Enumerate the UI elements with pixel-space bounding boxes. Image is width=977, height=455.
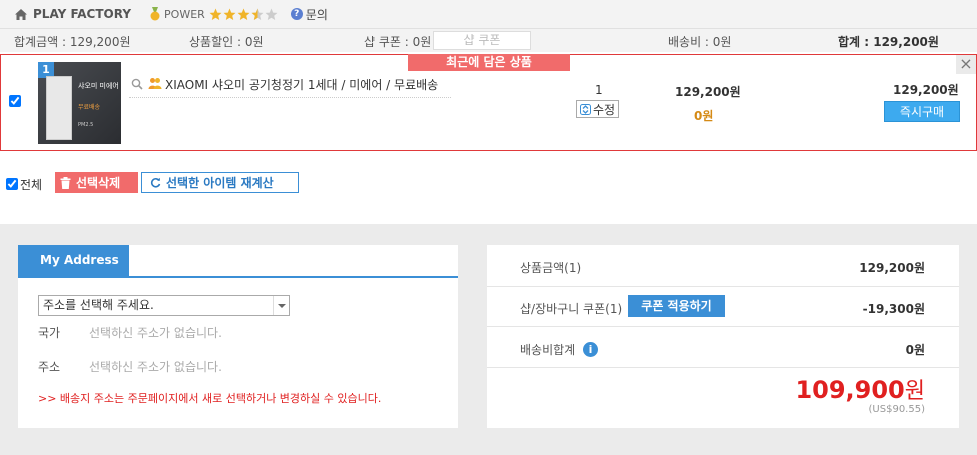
purifier-image bbox=[46, 76, 72, 140]
tab-my-address[interactable]: My Address bbox=[18, 245, 129, 276]
group-buy-icon bbox=[148, 78, 162, 89]
edit-label: 수정 bbox=[592, 102, 616, 117]
info-icon[interactable]: i bbox=[583, 342, 598, 357]
select-all-checkbox[interactable] bbox=[6, 178, 18, 190]
item-total: 129,200원 bbox=[893, 83, 959, 97]
select-all-label[interactable]: 전체 bbox=[20, 176, 42, 193]
item-discount: 0원 bbox=[694, 109, 714, 123]
product-amount-label: 상품금액(1) bbox=[520, 261, 582, 275]
product-thumbnail[interactable]: 1 샤오미 미에어 무료배송 PM2.5 bbox=[38, 62, 121, 144]
totals-row-shipping: 배송비합계 0원 bbox=[487, 327, 959, 368]
help-icon[interactable]: ? bbox=[290, 8, 303, 20]
coupon-label: 샵/장바구니 쿠폰(1) bbox=[520, 302, 623, 316]
product-amount-value: 129,200원 bbox=[859, 261, 925, 275]
medal-icon bbox=[150, 7, 160, 21]
updown-icon bbox=[579, 103, 591, 115]
recent-item-banner: 최근에 담은 상품 bbox=[408, 54, 570, 71]
grand-total-number: 109,900 bbox=[795, 376, 905, 404]
power-label: POWER bbox=[164, 7, 205, 21]
address-value: 선택하신 주소가 없습니다. bbox=[89, 360, 222, 374]
country-value: 선택하신 주소가 없습니다. bbox=[89, 326, 222, 340]
summary-shipping: 배송비 : 0원 bbox=[668, 35, 732, 49]
refresh-icon bbox=[150, 177, 161, 188]
usd-total: (US$90.55) bbox=[868, 404, 925, 415]
summary-grand-total: 합계 : 129,200원 bbox=[838, 35, 939, 49]
home-icon[interactable] bbox=[14, 8, 28, 21]
shipping-total-value: 0원 bbox=[905, 343, 925, 357]
address-panel: My Address 주소를 선택해 주세요. 국가 선택하신 주소가 없습니다… bbox=[18, 245, 458, 428]
grand-total-unit: 원 bbox=[904, 379, 925, 404]
product-name-link[interactable]: XIAOMI 샤오미 공기청정기 1세대 / 미에어 / 무료배송 bbox=[165, 76, 438, 93]
star-half-icon bbox=[251, 8, 264, 20]
order-totals-panel: 상품금액(1) 129,200원 샵/장바구니 쿠폰(1) -19,300원 쿠… bbox=[487, 245, 959, 428]
trash-icon bbox=[60, 176, 71, 189]
grand-total-amount: 109,900원 bbox=[795, 373, 925, 405]
address-select-value: 주소를 선택해 주세요. bbox=[43, 298, 154, 312]
cart-item-row: 최근에 담은 상품 × 1 샤오미 미에어 무료배송 PM2.5 XIAOMI … bbox=[0, 54, 977, 151]
totals-row-product: 상품금액(1) 129,200원 bbox=[487, 245, 959, 287]
star-full-icon bbox=[209, 8, 222, 20]
tab-underline bbox=[18, 276, 458, 278]
inquiry-link[interactable]: 문의 bbox=[306, 6, 328, 23]
thumbnail-shipping-caption: 무료배송 bbox=[78, 104, 101, 111]
star-full-icon bbox=[223, 8, 236, 20]
delete-selected-label: 선택삭제 bbox=[76, 176, 121, 190]
summary-shop-coupon: 샵 쿠폰 : 0원 bbox=[364, 35, 432, 49]
buy-now-button[interactable]: 즉시구매 bbox=[884, 101, 960, 122]
summary-bar: 합계금액 : 129,200원 상품할인 : 0원 샵 쿠폰 : 0원 샵 쿠폰… bbox=[0, 28, 977, 52]
summary-product-discount: 상품할인 : 0원 bbox=[189, 35, 264, 49]
shop-coupon-button[interactable]: 샵 쿠폰 bbox=[433, 31, 531, 50]
delete-selected-button[interactable]: 선택삭제 bbox=[55, 172, 138, 193]
item-price: 129,200원 bbox=[675, 85, 741, 99]
edit-quantity-button[interactable]: 수정 bbox=[576, 100, 619, 118]
star-empty-icon bbox=[265, 8, 278, 20]
summary-total-amount: 합계금액 : 129,200원 bbox=[14, 35, 131, 49]
coupon-value: -19,300원 bbox=[862, 302, 925, 316]
seller-name[interactable]: PLAY FACTORY bbox=[33, 7, 131, 21]
address-label: 주소 bbox=[38, 360, 61, 374]
address-note: >> 배송지 주소는 주문페이지에서 새로 선택하거나 변경하실 수 있습니다. bbox=[38, 392, 382, 405]
thumbnail-caption: 샤오미 미에어 bbox=[78, 82, 119, 90]
chevron-down-icon bbox=[273, 296, 289, 315]
item-quantity: 1 bbox=[595, 83, 603, 97]
remove-item-button[interactable]: × bbox=[956, 55, 976, 74]
magnifier-icon[interactable] bbox=[131, 78, 143, 90]
address-select[interactable]: 주소를 선택해 주세요. bbox=[38, 295, 290, 316]
star-full-icon bbox=[237, 8, 250, 20]
seller-bar: PLAY FACTORY POWER ? 문의 bbox=[0, 0, 977, 28]
item-checkbox[interactable] bbox=[9, 95, 21, 107]
apply-coupon-button[interactable]: 쿠폰 적용하기 bbox=[628, 295, 725, 317]
checkout-area: My Address 주소를 선택해 주세요. 국가 선택하신 주소가 없습니다… bbox=[0, 224, 977, 455]
rating-stars bbox=[209, 8, 279, 21]
divider bbox=[129, 97, 451, 98]
recalculate-label: 선택한 아이템 재계산 bbox=[166, 176, 274, 190]
recalculate-selected-button[interactable]: 선택한 아이템 재계산 bbox=[141, 172, 299, 193]
shipping-total-label: 배송비합계 bbox=[520, 343, 576, 357]
country-label: 국가 bbox=[38, 326, 61, 340]
thumbnail-spec-caption: PM2.5 bbox=[78, 122, 94, 128]
